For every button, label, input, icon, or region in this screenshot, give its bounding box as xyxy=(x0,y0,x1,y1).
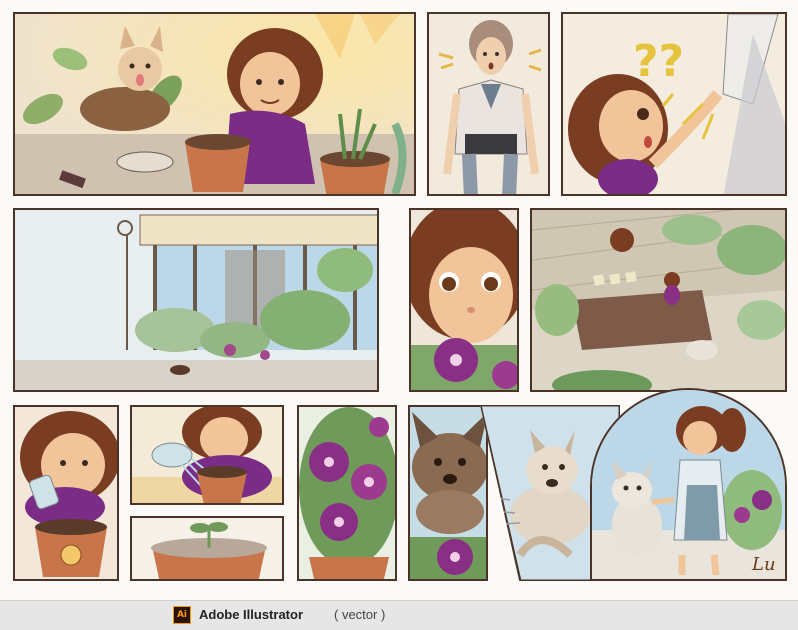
panel-surprised-man-art xyxy=(429,14,548,194)
panel-house-garden xyxy=(13,208,379,392)
panel-flowers-art xyxy=(299,407,395,579)
illustrator-icon: Ai xyxy=(173,606,191,624)
footer-bar xyxy=(0,600,798,630)
panel-sprout-art xyxy=(132,518,282,579)
panel-yard-scene-art xyxy=(532,210,785,390)
panel-girl-flower-closeup xyxy=(409,208,519,392)
app-name-label: Adobe Illustrator xyxy=(199,607,304,622)
panel-yard-scene xyxy=(530,208,787,392)
panel-girl-question: ?? xyxy=(561,12,787,196)
panel-dog-closeup xyxy=(408,405,488,581)
panel-girl-flower-closeup-art xyxy=(411,210,517,390)
panel-girl-seeds xyxy=(13,405,119,581)
comic-page: ?? Lu xyxy=(0,0,798,600)
panel-flowers xyxy=(297,405,397,581)
panel-watering-art xyxy=(132,407,282,503)
panel-sprout xyxy=(130,516,284,581)
panel-dog-closeup-art xyxy=(410,407,486,579)
panel-house-garden-art xyxy=(15,210,377,390)
panel-girl-planting xyxy=(13,12,416,196)
panel-surprised-man xyxy=(427,12,550,196)
panel-girl-planting-art xyxy=(15,14,414,194)
panel-watering xyxy=(130,405,284,505)
panel-girl-question-art: ?? xyxy=(563,14,785,194)
panel-girl-seeds-art xyxy=(15,407,117,579)
question-marks: ?? xyxy=(633,36,684,87)
panel-girl-petting-dog-art: Lu xyxy=(592,390,785,579)
app-type-label: ( vector ) xyxy=(334,607,386,622)
artist-signature: Lu xyxy=(751,554,776,575)
panel-girl-petting-dog: Lu xyxy=(590,388,787,581)
